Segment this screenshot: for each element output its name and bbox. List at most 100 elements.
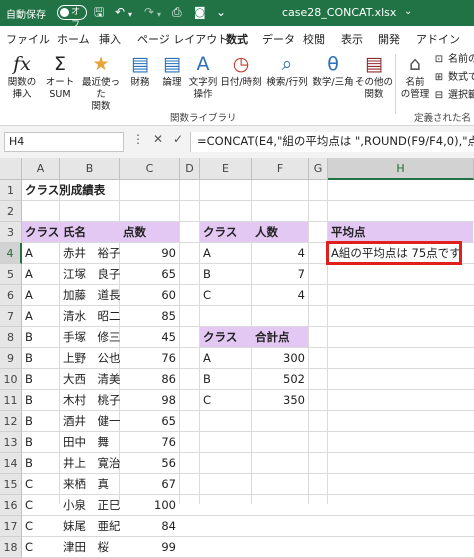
create-from-selection-button[interactable]: ⊟ 選択範 (432, 89, 474, 103)
row-header-12[interactable]: 12 (0, 411, 22, 432)
name-cell[interactable]: 妹尾 亜紀 (60, 516, 121, 537)
tab-insert[interactable]: 挿入 (99, 31, 121, 47)
tab-developer[interactable]: 開発 (378, 31, 400, 47)
class-cell[interactable]: B (22, 327, 59, 348)
undo-dropdown-icon[interactable]: ▾ (128, 8, 132, 22)
column-header-f[interactable]: F (252, 158, 309, 180)
datetime-button[interactable]: ◷ 日付/時刻 (218, 52, 264, 89)
class-cell[interactable]: A (200, 348, 251, 369)
score-cell[interactable]: 86 (120, 369, 179, 390)
class-cell[interactable]: A (22, 264, 59, 285)
tab-formulas[interactable]: 数式 (226, 31, 248, 52)
name-cell[interactable]: 津田 桜 (60, 537, 119, 558)
row-header-2[interactable]: 2 (0, 201, 22, 222)
define-name-button[interactable]: ⊡ 名前の定 (432, 53, 474, 67)
row-header-11[interactable]: 11 (0, 390, 22, 411)
row-header-1[interactable]: 1 (0, 180, 22, 201)
print-preview-icon[interactable]: ⎙ (172, 5, 182, 19)
class-cell[interactable]: A (22, 285, 59, 306)
autosave-toggle[interactable]: オフ (57, 5, 87, 30)
name-cell[interactable]: 大西 清美 (60, 369, 121, 390)
recent-functions-button[interactable]: ★ 最近使った 関数 (78, 52, 124, 113)
name-cell[interactable]: 手塚 修三 (60, 327, 121, 348)
row-header-8[interactable]: 8 (0, 327, 22, 348)
table1-header[interactable]: 点数 (120, 222, 179, 243)
row-header-7[interactable]: 7 (0, 306, 22, 327)
tab-home[interactable]: ホーム (57, 31, 90, 47)
table3-header[interactable]: クラス (200, 327, 251, 348)
column-header-d[interactable]: D (180, 158, 200, 180)
row-header-18[interactable]: 18 (0, 537, 22, 558)
financial-button[interactable]: ▤ 財務 (124, 52, 156, 89)
name-box[interactable]: H4 (4, 132, 124, 152)
score-cell[interactable]: 65 (120, 264, 179, 285)
more-options-icon[interactable]: ⋮ (128, 132, 148, 146)
filename-dropdown-icon[interactable]: ⌄ (404, 5, 412, 19)
customize-toolbar-icon[interactable]: ⌄ (216, 5, 226, 19)
class-cell[interactable]: B (22, 411, 59, 432)
math-button[interactable]: θ 数学/三角 (310, 52, 356, 89)
row-header-14[interactable]: 14 (0, 453, 22, 474)
class-cell[interactable]: B (22, 348, 59, 369)
name-cell[interactable]: 田中 舞 (60, 432, 119, 453)
score-cell[interactable]: 90 (120, 243, 179, 264)
class-cell[interactable]: B (22, 369, 59, 390)
tab-data[interactable]: データ (262, 31, 295, 47)
score-cell[interactable]: 84 (120, 516, 179, 537)
tab-addins[interactable]: アドイン (416, 31, 460, 47)
lookup-button[interactable]: ⌕ 検索/行列 (264, 52, 310, 89)
redo-icon[interactable]: ↷ (144, 5, 154, 19)
row-header-4[interactable]: 4 (0, 243, 22, 264)
sheet-title[interactable]: クラス別成績表 (22, 180, 179, 201)
column-header-h[interactable]: H (328, 158, 474, 180)
insert-function-button[interactable]: fx 関数の 挿入 (4, 52, 40, 101)
table1-header[interactable]: クラス (22, 222, 59, 243)
score-cell[interactable]: 67 (120, 474, 179, 495)
name-cell[interactable]: 酒井 健一 (60, 411, 121, 432)
column-header-g[interactable]: G (309, 158, 328, 180)
name-cell[interactable]: 上野 公也 (60, 348, 121, 369)
class-cell[interactable]: C (22, 474, 59, 495)
class-cell[interactable]: B (200, 264, 251, 285)
column-header-a[interactable]: A (22, 158, 60, 180)
camera-icon[interactable]: ◙ (194, 5, 206, 19)
total-cell[interactable]: 502 (252, 369, 308, 390)
row-header-13[interactable]: 13 (0, 432, 22, 453)
class-cell[interactable]: B (22, 390, 59, 411)
class-cell[interactable]: A (22, 243, 59, 264)
row-header-6[interactable]: 6 (0, 285, 22, 306)
name-cell[interactable]: 清水 昭二 (60, 306, 121, 327)
save-icon[interactable]: 🖫 (94, 5, 104, 19)
name-cell[interactable]: 小泉 正巳 (60, 495, 121, 516)
score-cell[interactable]: 56 (120, 453, 179, 474)
class-cell[interactable]: C (22, 495, 59, 516)
row-header-5[interactable]: 5 (0, 264, 22, 285)
tab-page-layout[interactable]: ページ レイアウト (137, 31, 228, 47)
score-cell[interactable]: 60 (120, 285, 179, 306)
table2-header[interactable]: クラス (200, 222, 251, 243)
score-cell[interactable]: 99 (120, 537, 179, 558)
tab-view[interactable]: 表示 (341, 31, 363, 47)
tab-review[interactable]: 校閲 (303, 31, 325, 47)
enter-icon[interactable]: ✓ (168, 132, 188, 146)
text-functions-button[interactable]: A 文字列 操作 (187, 52, 219, 101)
class-cell[interactable]: C (200, 285, 251, 306)
score-cell[interactable]: 65 (120, 411, 179, 432)
count-cell[interactable]: 4 (252, 243, 308, 264)
select-all-corner[interactable] (0, 158, 22, 180)
name-cell[interactable]: 江塚 良子 (60, 264, 121, 285)
tab-file[interactable]: ファイル (6, 31, 50, 47)
table1-header[interactable]: 氏名 (60, 222, 119, 243)
name-cell[interactable]: 加藤 道長 (60, 285, 121, 306)
class-cell[interactable]: C (200, 390, 251, 411)
use-in-formula-button[interactable]: ⊞ 数式で使 (432, 71, 474, 85)
autosum-button[interactable]: Σ オート SUM (42, 52, 78, 101)
undo-icon[interactable]: ↶ (115, 5, 125, 19)
spreadsheet-grid[interactable]: A B C D E F G H 1 2 3 4 5 6 7 8 9 10 11 12 13 14 15 16 17 18 クラス別成… (0, 158, 474, 558)
row-header-16[interactable]: 16 (0, 495, 22, 516)
class-cell[interactable]: C (22, 516, 59, 537)
score-cell[interactable]: 45 (120, 327, 179, 348)
class-cell[interactable]: C (22, 537, 59, 558)
score-cell[interactable]: 100 (120, 495, 179, 516)
average-header[interactable]: 平均点 (328, 222, 473, 243)
